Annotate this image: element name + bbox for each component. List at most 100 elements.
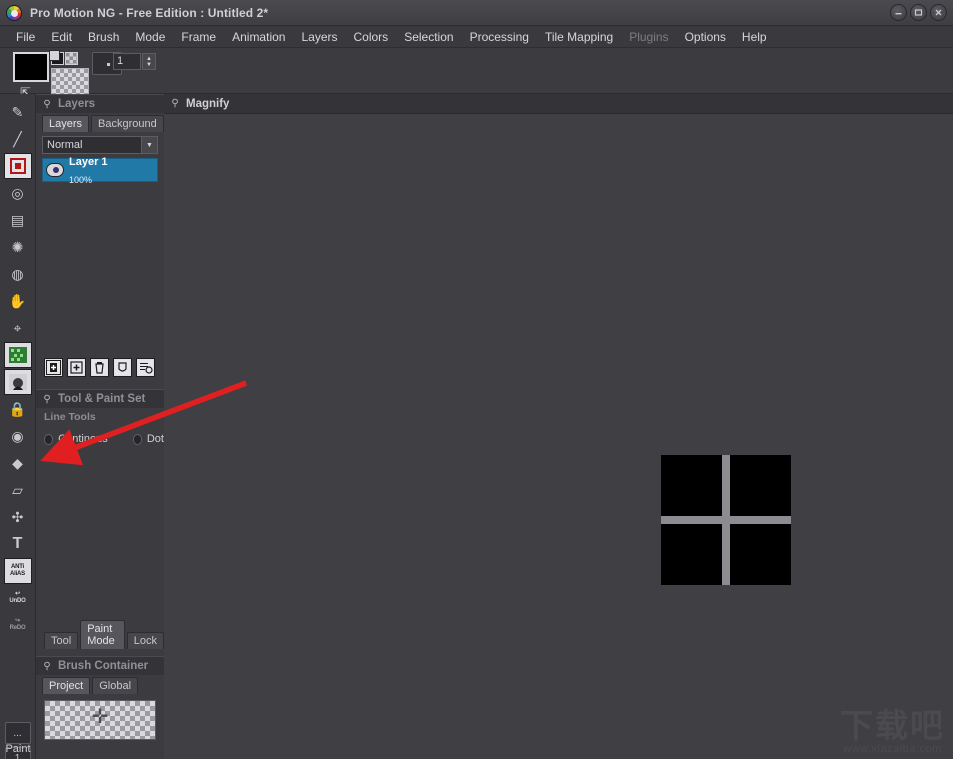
menu-colors[interactable]: Colors: [346, 27, 397, 47]
menu-layers[interactable]: Layers: [293, 27, 345, 47]
spiral-tool[interactable]: ◉: [4, 423, 32, 449]
pin-icon-tool-paint[interactable]: ⚲: [40, 394, 54, 405]
minimize-icon[interactable]: [890, 4, 907, 21]
line-tool[interactable]: ╱: [4, 126, 32, 152]
pin-icon-canvas[interactable]: ⚲: [168, 98, 182, 109]
layer-visibility-eye-icon[interactable]: [46, 163, 64, 177]
eraser-tool[interactable]: ▱: [4, 477, 32, 503]
menu-edit[interactable]: Edit: [43, 27, 80, 47]
tab-global[interactable]: Global: [92, 677, 139, 694]
undo-label: UnDO: [9, 598, 26, 604]
redo-button[interactable]: ↪ ReDO: [4, 612, 32, 638]
brush-size-input[interactable]: 1: [113, 53, 141, 70]
layer-properties-button[interactable]: [136, 358, 155, 377]
menu-animation[interactable]: Animation: [224, 27, 293, 47]
menu-frame[interactable]: Frame: [173, 27, 224, 47]
radio-dot[interactable]: [132, 433, 142, 445]
title-bar: Pro Motion NG - Free Edition : Untitled …: [0, 0, 953, 26]
pin-icon[interactable]: ⚲: [40, 99, 54, 110]
magnify-tool[interactable]: ◍: [4, 261, 32, 287]
menu-mode[interactable]: Mode: [127, 27, 173, 47]
stepper-down-icon[interactable]: ▼: [146, 62, 152, 68]
hand-pan-tool[interactable]: ✋: [4, 288, 32, 314]
menu-selection[interactable]: Selection: [396, 27, 461, 47]
artwork-canvas[interactable]: [661, 455, 791, 585]
airbrush-tool[interactable]: ✺: [4, 234, 32, 260]
menu-tile-mapping[interactable]: Tile Mapping: [537, 27, 621, 47]
primary-color-icon[interactable]: [49, 50, 64, 65]
ellipse-tool[interactable]: ◎: [4, 180, 32, 206]
tab-layers[interactable]: Layers: [42, 115, 90, 132]
layer-name: Layer 1: [69, 156, 108, 168]
tab-background[interactable]: Background: [91, 115, 164, 132]
artwork-cell-top-left[interactable]: [661, 455, 722, 516]
merge-layer-button[interactable]: [113, 358, 132, 377]
menu-processing[interactable]: Processing: [462, 27, 537, 47]
lock-tool[interactable]: 🔒: [4, 396, 32, 422]
brush-container-title: Brush Container: [58, 660, 149, 672]
menu-options[interactable]: Options: [677, 27, 734, 47]
text-tool[interactable]: T: [4, 531, 32, 557]
brush-container-header: ⚲ Brush Container: [36, 656, 164, 675]
canvas-panel-title: Magnify: [186, 97, 230, 110]
fill-tool[interactable]: ▤: [4, 207, 32, 233]
add-brush-icon[interactable]: ✛: [92, 707, 109, 727]
delete-layer-button[interactable]: [90, 358, 109, 377]
color-picker-tool[interactable]: ⌖: [4, 315, 32, 341]
transparency-color-icon[interactable]: [65, 52, 78, 65]
rectangle-tool[interactable]: [3, 153, 32, 179]
watermark-url: www.xiazaiba.com: [843, 743, 942, 755]
anti-alias-toggle[interactable]: ANTi AliAS: [3, 558, 32, 584]
transform-tool[interactable]: ✣: [4, 504, 32, 530]
tab-project[interactable]: Project: [42, 677, 91, 694]
artwork-cell-bottom-left[interactable]: [661, 524, 722, 585]
menu-help[interactable]: Help: [734, 27, 775, 47]
maximize-icon[interactable]: [910, 4, 927, 21]
radio-continous[interactable]: [44, 433, 54, 445]
grid-tool[interactable]: [3, 342, 32, 368]
anti-alias-line1: ANTi: [10, 564, 25, 570]
redo-label: ReDO: [9, 625, 26, 631]
tab-paint-mode[interactable]: Paint Mode: [80, 620, 125, 649]
stencil-tool[interactable]: [3, 369, 32, 395]
duplicate-layer-button[interactable]: [67, 358, 86, 377]
transparency-preview: [51, 68, 89, 96]
undo-button[interactable]: ↩ UnDO: [4, 585, 32, 611]
artwork-cell-top-right[interactable]: [730, 455, 791, 516]
tool-strip: ✎ ╱ ◎ ▤ ✺ ◍ ✋ ⌖ 🔒 ◉ ◆ ▱ ✣ T ANTi AliAS ↩…: [0, 94, 36, 759]
app-palette-icon: [6, 4, 22, 21]
foreground-color-swatch[interactable]: [13, 52, 49, 82]
canvas-area[interactable]: 下载吧 www.xiazaiba.com: [164, 114, 953, 759]
brush-size-stepper[interactable]: ▲ ▼: [142, 53, 156, 70]
chevron-down-icon[interactable]: ▼: [141, 137, 157, 153]
menu-file[interactable]: File: [8, 27, 43, 47]
tab-lock[interactable]: Lock: [126, 632, 164, 649]
line-tool-options: Continous Dot: [36, 433, 164, 445]
watermark: 下载吧 www.xiazaiba.com: [840, 707, 945, 756]
menu-brush[interactable]: Brush: [80, 27, 127, 47]
color-mini-swatches[interactable]: [49, 50, 79, 65]
menu-bar: File Edit Brush Mode Frame Animation Lay…: [0, 26, 953, 48]
add-layer-button[interactable]: [44, 358, 63, 377]
layer-list-item[interactable]: Layer 1 100%: [42, 156, 158, 185]
tool-strip-mode-label: Paint: [5, 743, 31, 755]
close-icon[interactable]: [930, 4, 947, 21]
artwork-cell-bottom-right[interactable]: [730, 524, 791, 585]
layers-panel-title: Layers: [58, 98, 96, 110]
layer-list-empty-area: [42, 182, 158, 352]
layer-action-buttons: [36, 352, 164, 377]
tool-paint-panel-header: ⚲ Tool & Paint Set: [36, 389, 164, 408]
brush-slot-empty[interactable]: ✛: [44, 700, 156, 740]
watermark-text: 下载吧: [840, 707, 945, 744]
pin-icon-brush[interactable]: ⚲: [40, 661, 54, 672]
more-options-button[interactable]: ...: [4, 722, 31, 744]
tool-paint-tab-row: Tool Paint Mode Lock: [36, 620, 164, 649]
label-continous: Continous: [58, 433, 108, 445]
layer-opacity: 100%: [69, 175, 93, 185]
tab-tool[interactable]: Tool: [44, 632, 79, 649]
shape-tool[interactable]: ◆: [4, 450, 32, 476]
top-toolbar-strip: ⇱ 1 ▲ ▼ Paint 1/0,0,0 #000000: [0, 48, 953, 147]
blend-mode-value: Normal: [47, 139, 83, 151]
freehand-draw-tool[interactable]: ✎: [4, 99, 32, 125]
window-title: Pro Motion NG - Free Edition : Untitled …: [30, 5, 269, 20]
